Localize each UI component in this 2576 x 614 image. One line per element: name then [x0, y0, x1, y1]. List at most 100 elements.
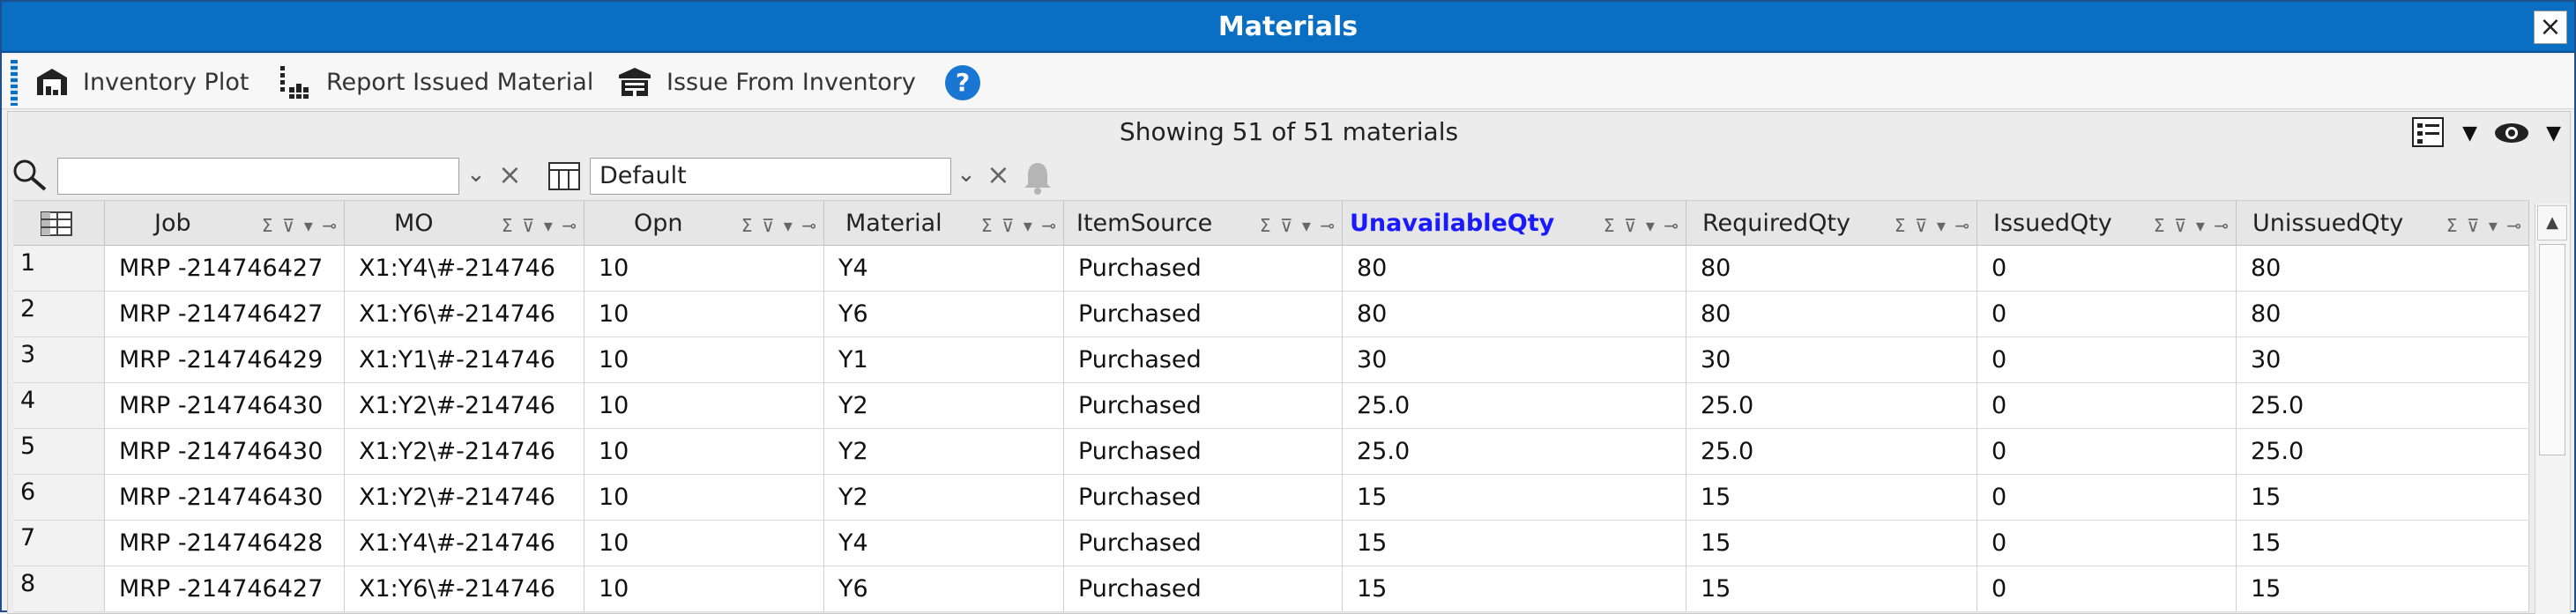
cell-unissuedqty[interactable]: 25.0	[2237, 429, 2529, 475]
search-input[interactable]	[57, 158, 459, 195]
cell-unavailableqty[interactable]: 80	[1343, 292, 1686, 337]
eye-icon[interactable]	[2493, 121, 2530, 145]
cell-material[interactable]: Y2	[824, 429, 1064, 475]
table-row[interactable]: 7 MRP -214746428 X1:Y4\#-214746 10 Y4 Pu…	[13, 521, 2529, 566]
cell-material[interactable]: Y2	[824, 383, 1064, 429]
column-tools[interactable]: Σ ⊽ ▾ ⊸	[741, 215, 818, 236]
cell-mo[interactable]: X1:Y1\#-214746	[345, 337, 584, 383]
cell-issuedqty[interactable]: 0	[1977, 475, 2237, 521]
cell-unissuedqty[interactable]: 30	[2237, 337, 2529, 383]
column-header-itemsource[interactable]: ItemSource Σ ⊽ ▾ ⊸	[1064, 200, 1343, 246]
cell-unissuedqty[interactable]: 25.0	[2237, 383, 2529, 429]
close-button[interactable]: ×	[2534, 11, 2567, 44]
cell-itemsource[interactable]: Purchased	[1064, 475, 1343, 521]
cell-mo[interactable]: X1:Y2\#-214746	[345, 383, 584, 429]
cell-opn[interactable]: 10	[584, 292, 824, 337]
column-header-job[interactable]: Job Σ ⊽ ▾ ⊸	[105, 200, 345, 246]
column-tools[interactable]: Σ ⊽ ▾ ⊸	[2154, 215, 2230, 236]
column-tools[interactable]: Σ ⊽ ▾ ⊸	[262, 215, 339, 236]
cell-opn[interactable]: 10	[584, 521, 824, 566]
cell-mo[interactable]: X1:Y2\#-214746	[345, 429, 584, 475]
cell-mo[interactable]: X1:Y2\#-214746	[345, 475, 584, 521]
cell-material[interactable]: Y4	[824, 246, 1064, 292]
column-tools[interactable]: Σ ⊽ ▾ ⊸	[2446, 215, 2523, 236]
cell-issuedqty[interactable]: 0	[1977, 383, 2237, 429]
cell-job[interactable]: MRP -214746428	[105, 521, 345, 566]
scroll-up-button[interactable]: ▲	[2537, 205, 2567, 240]
search-clear-icon[interactable]: ×	[498, 158, 522, 191]
cell-unavailableqty[interactable]: 15	[1343, 521, 1686, 566]
cell-mo[interactable]: X1:Y4\#-214746	[345, 521, 584, 566]
cell-material[interactable]: Y1	[824, 337, 1064, 383]
cell-issuedqty[interactable]: 0	[1977, 521, 2237, 566]
column-header-unissuedqty[interactable]: UnissuedQty Σ ⊽ ▾ ⊸	[2237, 200, 2529, 246]
cell-material[interactable]: Y6	[824, 566, 1064, 612]
cell-mo[interactable]: X1:Y6\#-214746	[345, 566, 584, 612]
cell-unissuedqty[interactable]: 15	[2237, 566, 2529, 612]
table-row[interactable]: 3 MRP -214746429 X1:Y1\#-214746 10 Y1 Pu…	[13, 337, 2529, 383]
cell-requiredqty[interactable]: 30	[1686, 337, 1977, 383]
cell-job[interactable]: MRP -214746429	[105, 337, 345, 383]
table-row[interactable]: 2 MRP -214746427 X1:Y6\#-214746 10 Y6 Pu…	[13, 292, 2529, 337]
column-tools[interactable]: Σ ⊽ ▾ ⊸	[981, 215, 1058, 236]
issue-from-inventory-button[interactable]: Issue From Inventory	[617, 62, 916, 102]
column-header-material[interactable]: Material Σ ⊽ ▾ ⊸	[824, 200, 1064, 246]
column-header-opn[interactable]: Opn Σ ⊽ ▾ ⊸	[584, 200, 824, 246]
inventory-plot-button[interactable]: Inventory Plot	[35, 62, 249, 102]
cell-unissuedqty[interactable]: 15	[2237, 475, 2529, 521]
cell-issuedqty[interactable]: 0	[1977, 292, 2237, 337]
cell-opn[interactable]: 10	[584, 475, 824, 521]
view-clear-icon[interactable]: ×	[986, 158, 1010, 191]
table-row[interactable]: 6 MRP -214746430 X1:Y2\#-214746 10 Y2 Pu…	[13, 475, 2529, 521]
cell-opn[interactable]: 10	[584, 337, 824, 383]
cell-requiredqty[interactable]: 80	[1686, 246, 1977, 292]
select-all-header[interactable]	[13, 200, 105, 246]
cell-unavailableqty[interactable]: 15	[1343, 475, 1686, 521]
table-row[interactable]: 4 MRP -214746430 X1:Y2\#-214746 10 Y2 Pu…	[13, 383, 2529, 429]
cell-requiredqty[interactable]: 80	[1686, 292, 1977, 337]
column-header-requiredqty[interactable]: RequiredQty Σ ⊽ ▾ ⊸	[1686, 200, 1977, 246]
cell-unavailableqty[interactable]: 30	[1343, 337, 1686, 383]
table-row[interactable]: 5 MRP -214746430 X1:Y2\#-214746 10 Y2 Pu…	[13, 429, 2529, 475]
cell-requiredqty[interactable]: 15	[1686, 475, 1977, 521]
cell-material[interactable]: Y6	[824, 292, 1064, 337]
cell-unavailableqty[interactable]: 80	[1343, 246, 1686, 292]
toolbar-grip[interactable]	[11, 60, 18, 106]
cell-job[interactable]: MRP -214746430	[105, 429, 345, 475]
cell-issuedqty[interactable]: 0	[1977, 246, 2237, 292]
column-tools[interactable]: Σ ⊽ ▾ ⊸	[1895, 215, 1971, 236]
column-tools[interactable]: Σ ⊽ ▾ ⊸	[502, 215, 578, 236]
column-header-issuedqty[interactable]: IssuedQty Σ ⊽ ▾ ⊸	[1977, 200, 2237, 246]
cell-job[interactable]: MRP -214746427	[105, 566, 345, 612]
cell-itemsource[interactable]: Purchased	[1064, 566, 1343, 612]
cell-itemsource[interactable]: Purchased	[1064, 337, 1343, 383]
cell-unavailableqty[interactable]: 25.0	[1343, 383, 1686, 429]
cell-opn[interactable]: 10	[584, 383, 824, 429]
cell-opn[interactable]: 10	[584, 246, 824, 292]
cell-requiredqty[interactable]: 15	[1686, 521, 1977, 566]
table-row[interactable]: 8 MRP -214746427 X1:Y6\#-214746 10 Y6 Pu…	[13, 566, 2529, 612]
cell-material[interactable]: Y4	[824, 521, 1064, 566]
report-issued-material-button[interactable]: Report Issued Material	[277, 62, 593, 102]
cell-issuedqty[interactable]: 0	[1977, 566, 2237, 612]
cell-requiredqty[interactable]: 25.0	[1686, 383, 1977, 429]
cell-requiredqty[interactable]: 25.0	[1686, 429, 1977, 475]
search-dropdown-icon[interactable]: ⌄	[466, 161, 486, 188]
cell-material[interactable]: Y2	[824, 475, 1064, 521]
cell-mo[interactable]: X1:Y6\#-214746	[345, 292, 584, 337]
cell-mo[interactable]: X1:Y4\#-214746	[345, 246, 584, 292]
help-button[interactable]: ?	[945, 65, 980, 100]
cell-unavailableqty[interactable]: 15	[1343, 566, 1686, 612]
cell-itemsource[interactable]: Purchased	[1064, 383, 1343, 429]
cell-itemsource[interactable]: Purchased	[1064, 429, 1343, 475]
cell-opn[interactable]: 10	[584, 429, 824, 475]
view-select[interactable]: Default	[590, 158, 951, 195]
table-row[interactable]: 1 MRP -214746427 X1:Y4\#-214746 10 Y4 Pu…	[13, 246, 2529, 292]
column-header-mo[interactable]: MO Σ ⊽ ▾ ⊸	[345, 200, 584, 246]
cell-itemsource[interactable]: Purchased	[1064, 246, 1343, 292]
cell-unavailableqty[interactable]: 25.0	[1343, 429, 1686, 475]
cell-job[interactable]: MRP -214746430	[105, 383, 345, 429]
cell-unissuedqty[interactable]: 15	[2237, 521, 2529, 566]
column-chooser-dropdown-icon[interactable]: ▼	[2462, 122, 2477, 144]
bell-icon[interactable]	[1022, 159, 1053, 195]
